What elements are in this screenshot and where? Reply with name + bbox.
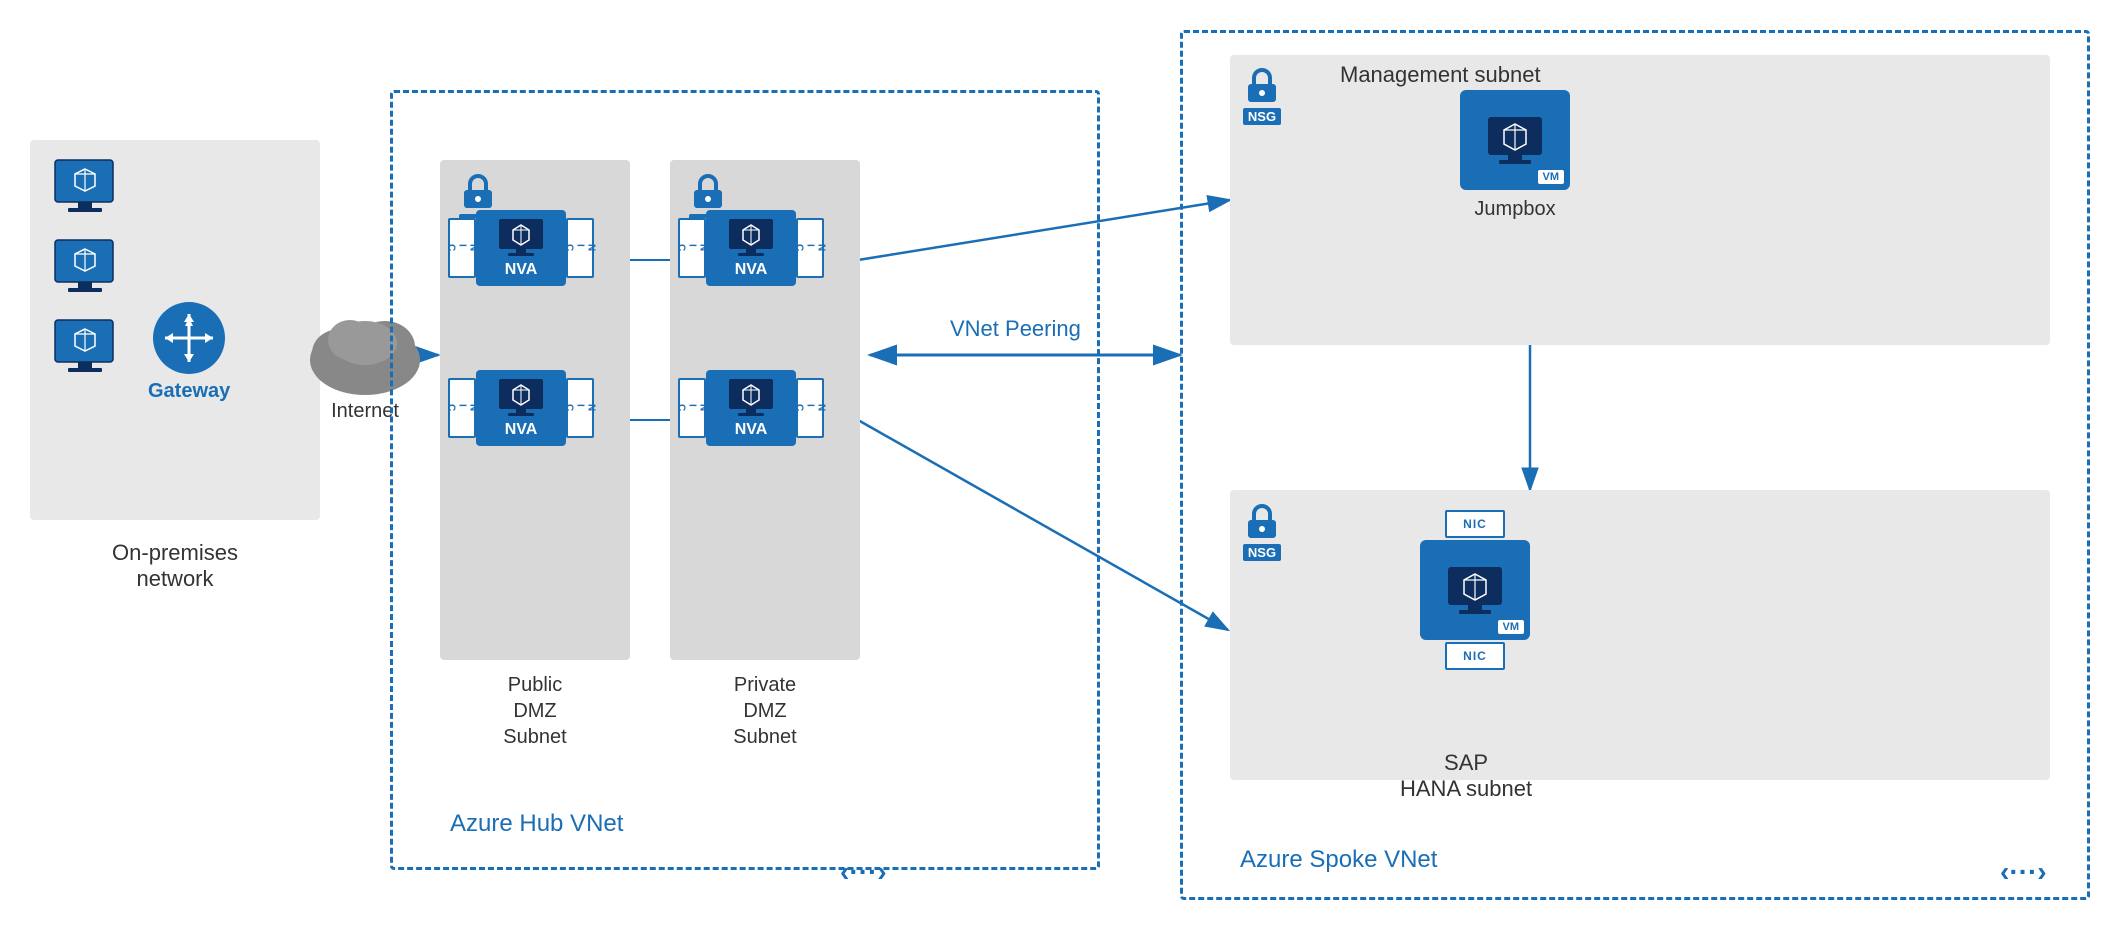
diagram-container: Gateway On-premises network Internet Azu… [0, 0, 2127, 942]
onprem-monitors [50, 155, 120, 375]
private-dmz-nva-top: NIC NVA NIC [678, 210, 824, 286]
jumpbox-vm-label: Jumpbox [1474, 198, 1555, 221]
jumpbox-vm: VM Jumpbox [1460, 90, 1570, 221]
mgmt-nsg-lock-icon [1240, 62, 1284, 106]
spoke-vnet-ellipsis: ‹···› [2000, 856, 2047, 888]
sap-nsg-text: NSG [1243, 544, 1281, 561]
public-dmz-nsg-lock-icon [456, 168, 500, 212]
sap-subnet-label: SAP HANA subnet [1400, 750, 1532, 802]
sap-vm-screen: VM [1420, 540, 1530, 640]
gateway-icon [151, 300, 227, 376]
mgmt-subnet-label: Management subnet [1340, 62, 1541, 88]
sap-vm-nic-bottom: NIC [1445, 642, 1505, 670]
private-dmz-nva-top-monitor-icon [726, 217, 776, 257]
sap-vm-monitor-icon [1445, 565, 1505, 615]
private-dmz-nva-bottom-monitor-icon [726, 377, 776, 417]
public-dmz-nva-bottom-screen: NVA [476, 370, 566, 446]
hub-vnet-label: Azure Hub VNet [450, 810, 623, 838]
private-dmz-nva-top-screen: NVA [706, 210, 796, 286]
private-dmz-nva-top-nic-right: NIC [796, 218, 824, 278]
private-dmz-label: Private DMZ Subnet [670, 672, 860, 750]
monitor-icon-1 [50, 155, 120, 215]
hub-vnet-ellipsis: ‹···› [840, 856, 887, 888]
public-dmz-nva-bottom: NIC NVA NIC [448, 370, 594, 446]
private-dmz-nva-bottom: NIC NVA NIC [678, 370, 824, 446]
private-dmz-nva-bottom-label: NVA [735, 421, 768, 439]
public-dmz-nva-bottom-nic-right: NIC [566, 378, 594, 438]
public-dmz-nva-bottom-monitor-icon [496, 377, 546, 417]
public-dmz-nva-bottom-nic-left: NIC [448, 378, 476, 438]
sap-vm: NIC VM NIC [1420, 510, 1530, 670]
private-dmz-nva-top-nic-left: NIC [678, 218, 706, 278]
on-premises-label: On-premises network [30, 540, 320, 592]
public-dmz-nva-top: NIC NVA NIC [448, 210, 594, 286]
public-dmz-label: Public DMZ Subnet [440, 672, 630, 750]
mgmt-nsg-text: NSG [1243, 108, 1281, 125]
jumpbox-vm-screen: VM [1460, 90, 1570, 190]
public-dmz-nva-top-label: NVA [505, 261, 538, 279]
monitor-icon-2 [50, 235, 120, 295]
public-dmz-nva-top-monitor-icon [496, 217, 546, 257]
public-dmz-nva-top-nic-right: NIC [566, 218, 594, 278]
jumpbox-vm-monitor-icon [1485, 115, 1545, 165]
vnet-peering-label: VNet Peering [950, 316, 1081, 342]
private-dmz-nva-bottom-screen: NVA [706, 370, 796, 446]
private-dmz-nsg-lock-icon [686, 168, 730, 212]
sap-subnet-box [1230, 490, 2050, 780]
sap-nsg-lock-icon [1240, 498, 1284, 542]
sap-vm-nic-top: NIC [1445, 510, 1505, 538]
public-dmz-nva-top-nic-left: NIC [448, 218, 476, 278]
sap-subnet-nsg: NSG [1240, 498, 1284, 561]
private-dmz-nva-bottom-nic-left: NIC [678, 378, 706, 438]
sap-vm-badge: VM [1498, 620, 1525, 634]
jumpbox-vm-badge: VM [1538, 170, 1565, 184]
monitor-icon-3 [50, 315, 120, 375]
private-dmz-nva-top-label: NVA [735, 261, 768, 279]
public-dmz-nva-top-screen: NVA [476, 210, 566, 286]
mgmt-subnet-box [1230, 55, 2050, 345]
mgmt-subnet-nsg: NSG [1240, 62, 1284, 125]
gateway-node: Gateway [148, 300, 230, 403]
gateway-label: Gateway [148, 380, 230, 403]
private-dmz-nva-bottom-nic-right: NIC [796, 378, 824, 438]
spoke-vnet-label: Azure Spoke VNet [1240, 846, 1437, 874]
public-dmz-nva-bottom-label: NVA [505, 421, 538, 439]
